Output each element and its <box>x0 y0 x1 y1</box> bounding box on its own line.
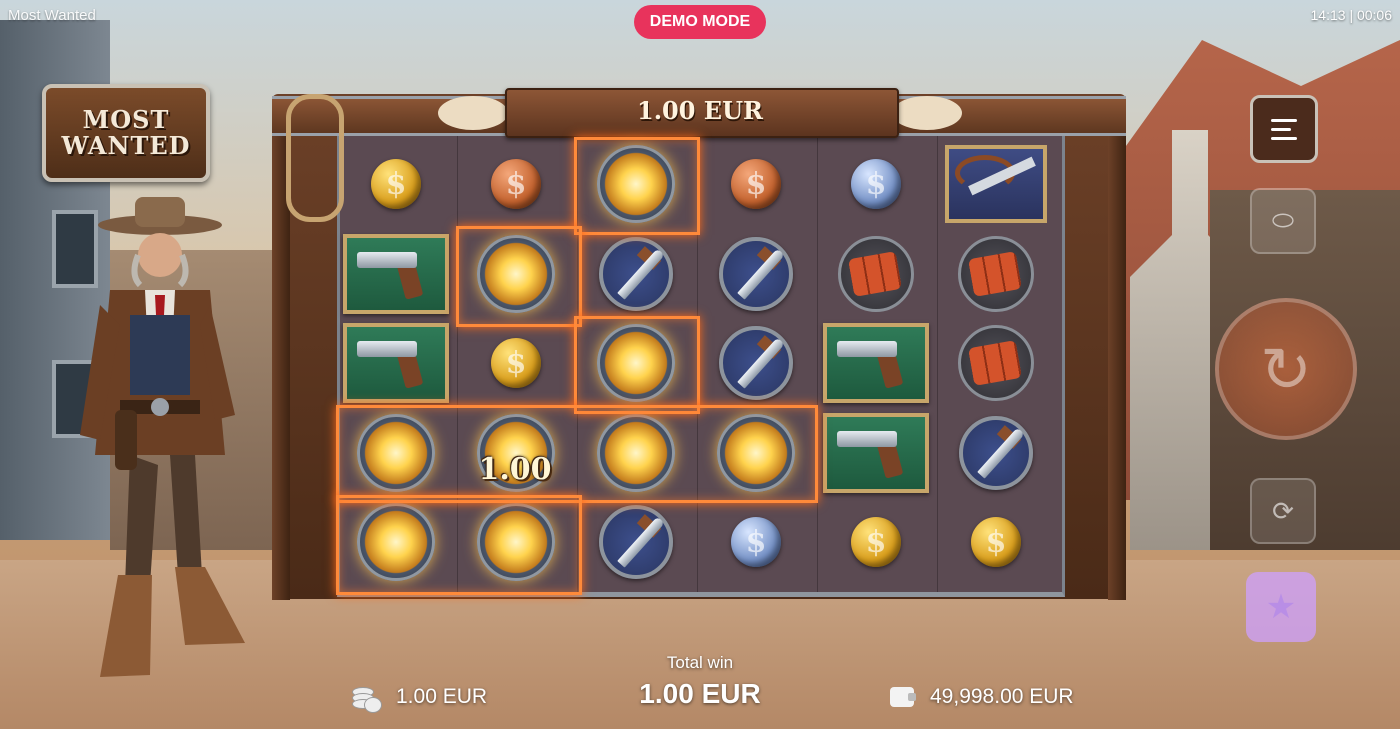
reel-cell <box>697 319 815 407</box>
logo-line-1: MOST <box>82 105 170 134</box>
reel-cell: $ <box>817 498 935 586</box>
frame-post-right <box>1108 130 1126 600</box>
autoplay-toggle-button[interactable]: ⬭ <box>1250 188 1316 254</box>
spin-button[interactable]: ↻ <box>1215 298 1357 440</box>
whiskey-bottle-icon <box>597 413 675 492</box>
game-title: Most Wanted <box>8 7 96 24</box>
silver-coin-icon: $ <box>851 159 901 209</box>
reel-cell <box>817 230 935 318</box>
bet-sign-amount: 1.00 EUR <box>637 96 763 125</box>
reel-cell: $ <box>817 140 935 228</box>
reel-cell <box>337 409 455 497</box>
knife-icon <box>719 236 793 311</box>
silver-coin-icon: $ <box>731 517 781 567</box>
reel-cell <box>937 230 1055 318</box>
reel-cell <box>937 319 1055 407</box>
reel-cell <box>937 409 1055 497</box>
reel-cell <box>457 230 575 318</box>
knife-icon <box>719 326 793 400</box>
knife-icon <box>959 415 1033 490</box>
coins-stack-icon <box>350 685 384 713</box>
revolver-icon <box>343 323 449 403</box>
gold-coin-icon: $ <box>371 159 421 209</box>
reel-cell <box>337 319 455 407</box>
reel-cell <box>577 140 695 228</box>
whiskey-bottle-icon <box>357 503 435 581</box>
wallet-icon <box>890 687 916 707</box>
total-win-value: 1.00 EUR <box>639 678 761 709</box>
bull-horn-right <box>892 96 962 130</box>
rifle-icon <box>945 145 1047 223</box>
reel-cell <box>817 319 935 407</box>
dynamite-icon <box>958 235 1034 312</box>
reel-cell <box>937 140 1055 228</box>
reel-cell <box>817 409 935 497</box>
demo-mode-badge: DEMO MODE <box>634 5 766 39</box>
turbo-icon: ⟳ <box>1272 495 1294 526</box>
knife-icon <box>599 236 673 311</box>
reel-cell: $ <box>457 140 575 228</box>
menu-button[interactable] <box>1250 95 1318 163</box>
reel-cell: $ <box>457 319 575 407</box>
reel-cell <box>337 498 455 586</box>
star-icon: ★ <box>1265 588 1297 626</box>
game-logo: MOST WANTED <box>42 84 210 182</box>
reel-cell: $ <box>697 140 815 228</box>
copper-coin-icon: $ <box>731 159 781 209</box>
revolver-icon <box>823 323 929 403</box>
dynamite-icon <box>838 235 914 312</box>
reel-cell <box>577 319 695 407</box>
reel-cell <box>457 498 575 586</box>
reel-cell <box>337 230 455 318</box>
gold-coin-icon: $ <box>851 517 901 567</box>
reel-cell <box>577 498 695 586</box>
whiskey-bottle-icon <box>597 324 675 402</box>
reel-cell <box>697 230 815 318</box>
spin-icon: ↻ <box>1260 335 1312 405</box>
whiskey-bottle-icon <box>477 503 555 581</box>
balance-value: 49,998.00 EUR <box>930 685 1074 708</box>
lasso-rope <box>286 94 344 222</box>
turbo-button[interactable]: ⟳ <box>1250 478 1316 544</box>
bet-value[interactable]: 1.00 EUR <box>396 685 487 709</box>
gold-coin-icon: $ <box>971 517 1021 567</box>
cluster-win-amount: 1.00 <box>478 452 552 487</box>
logo-line-2: WANTED <box>61 131 191 160</box>
reel-cell: $ <box>697 498 815 586</box>
sheriff-character <box>80 197 245 677</box>
menu-icon <box>1271 118 1297 122</box>
reel-cell <box>697 409 815 497</box>
bull-horn-left <box>438 96 508 130</box>
whiskey-bottle-icon <box>597 145 675 223</box>
total-win-label: Total win <box>666 653 734 672</box>
whiskey-bottle-icon <box>717 413 795 492</box>
copper-coin-icon: $ <box>491 159 541 209</box>
whiskey-bottle-icon <box>357 413 435 492</box>
revolver-icon <box>343 233 449 314</box>
gold-coin-icon: $ <box>491 338 541 388</box>
session-clock: 14:13 | 00:06 <box>1310 7 1392 23</box>
whiskey-bottle-icon <box>477 234 555 313</box>
reel-cell <box>577 409 695 497</box>
reel-cell: $ <box>937 498 1055 586</box>
autoplay-toggle-icon: ⬭ <box>1271 205 1295 235</box>
reel-cell: $ <box>337 140 455 228</box>
reel-cell <box>577 230 695 318</box>
knife-icon <box>599 505 673 579</box>
bonus-buy-button[interactable]: ★ <box>1246 572 1316 642</box>
dynamite-icon <box>958 325 1034 401</box>
revolver-icon <box>823 412 929 493</box>
